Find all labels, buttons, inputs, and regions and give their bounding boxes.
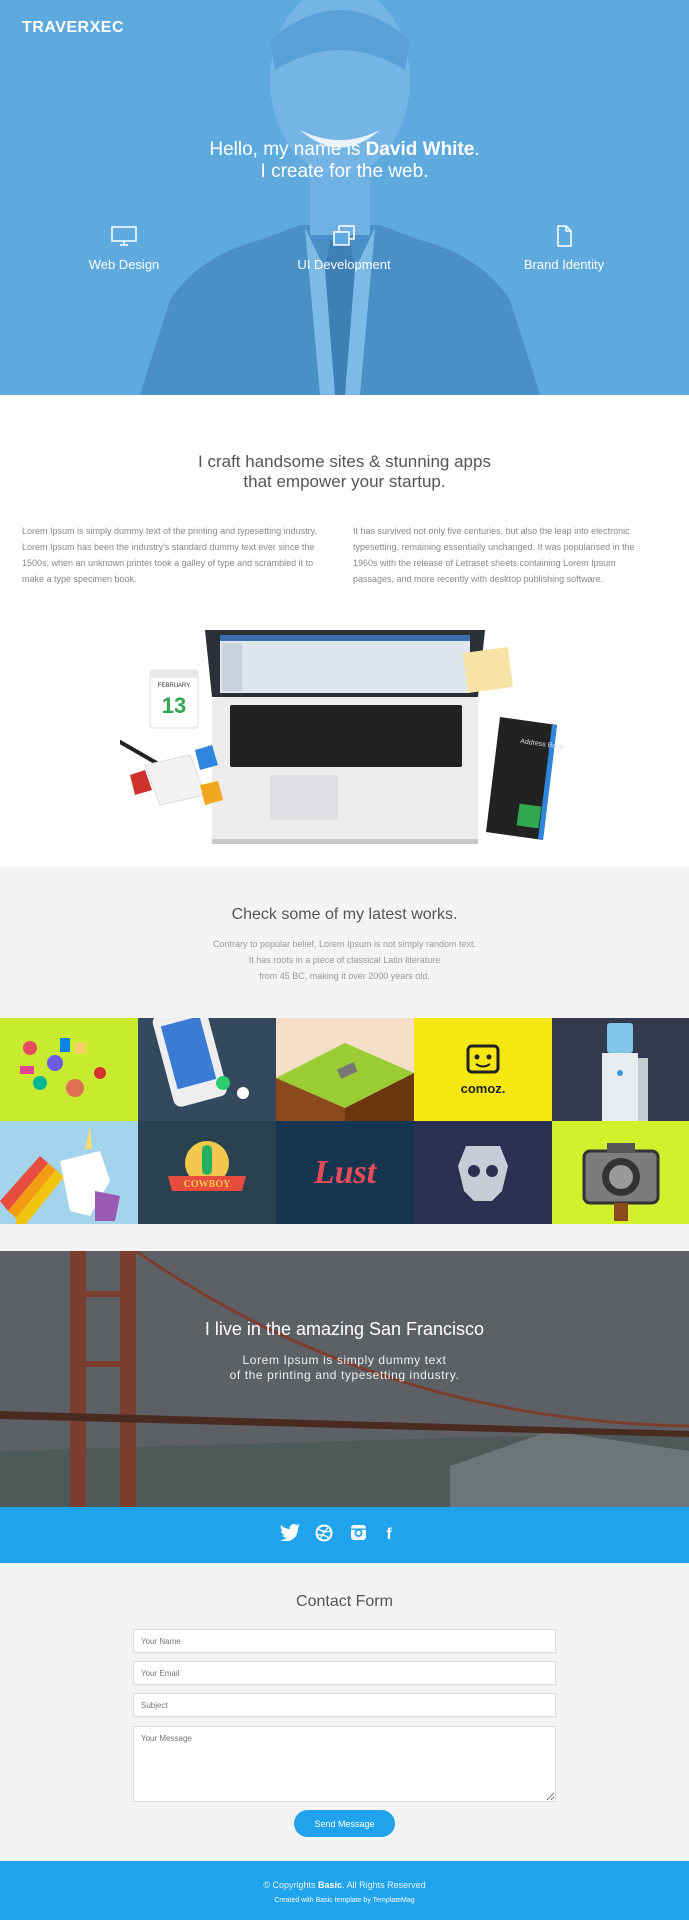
- service-web-design: Web Design: [14, 225, 234, 272]
- portfolio-tile-lust[interactable]: Lust: [276, 1121, 414, 1224]
- twitter-icon[interactable]: [279, 1524, 301, 1546]
- portfolio-tile-isometric-hill[interactable]: [276, 1018, 414, 1121]
- comoz-image: comoz.: [461, 1044, 506, 1096]
- calendar-month: FEBRUARY: [158, 683, 191, 689]
- greeting-suffix: .: [474, 139, 480, 160]
- facebook-icon[interactable]: f: [378, 1524, 400, 1546]
- copyright-brand: Basic: [318, 1880, 343, 1890]
- works-heading: Check some of my latest works.: [231, 906, 458, 923]
- lust-image: Lust: [313, 1154, 378, 1191]
- brand-logo[interactable]: TRAVERXEC: [22, 19, 124, 37]
- works-section: Check some of my latest works. Contrary …: [0, 867, 689, 1017]
- subject-field[interactable]: [133, 1693, 556, 1717]
- greeting-prefix: Hello, my name is: [209, 139, 366, 160]
- camera-image: [582, 1143, 660, 1221]
- address-book: Address Book: [486, 717, 564, 840]
- portfolio-tile-camera[interactable]: [552, 1121, 689, 1224]
- cowboy-culture-image: COWBOY: [168, 1141, 246, 1191]
- about-heading: I craft handsome sites & stunning apps t…: [0, 452, 689, 492]
- portfolio-tile-sweets[interactable]: [0, 1018, 138, 1121]
- footer: © Copyrights Basic. All Rights Reserved …: [0, 1861, 689, 1920]
- contact-section: Contact Form Send Message: [0, 1563, 689, 1861]
- works-description: Contrary to popular belief, Lorem Ipsum …: [0, 936, 689, 984]
- about-heading-line1: I craft handsome sites & stunning apps: [198, 452, 491, 471]
- calendar: FEBRUARY 13: [149, 669, 199, 729]
- phone-apps-image: [152, 1018, 249, 1107]
- comoz-text: comoz.: [461, 1081, 506, 1096]
- lust-text: Lust: [313, 1154, 378, 1191]
- name-field[interactable]: [133, 1629, 556, 1653]
- windows-icon: [333, 225, 355, 246]
- cowboy-text: COWBOY: [184, 1179, 231, 1190]
- works-desc-line2: It has roots in a piece of classical Lat…: [248, 955, 441, 965]
- portfolio-tile-phone-apps[interactable]: [138, 1018, 276, 1121]
- unicorn-image: [0, 1126, 120, 1224]
- instagram-icon[interactable]: [347, 1524, 369, 1546]
- sweets-image: [20, 1038, 106, 1097]
- isometric-hill-image: [276, 1043, 414, 1121]
- service-ui-development: UI Development: [234, 225, 454, 272]
- city-heading: I live in the amazing San Francisco: [204, 1319, 485, 1339]
- city-section: I live in the amazing San Francisco Lore…: [0, 1251, 689, 1507]
- portfolio-tile-skull[interactable]: [414, 1121, 552, 1224]
- city-subtitle-line1: Lorem Ipsum is simply dummy text: [242, 1353, 447, 1367]
- copyright-text: © Copyrights Basic. All Rights Reserved: [0, 1880, 689, 1890]
- water-cooler-image: [602, 1023, 648, 1121]
- portfolio-tile-unicorn[interactable]: [0, 1121, 138, 1224]
- service-label: Brand Identity: [523, 257, 605, 272]
- city-subtitle: Lorem Ipsum is simply dummy text of the …: [0, 1353, 689, 1383]
- contact-heading: Contact Form: [296, 1593, 393, 1610]
- social-bar: f: [0, 1507, 689, 1563]
- about-heading-line2: that empower your startup.: [243, 472, 446, 491]
- hero-tagline: I create for the web.: [260, 161, 429, 182]
- works-desc-line3: from 45 BC, making it over 2000 years ol…: [259, 971, 430, 981]
- service-label: Web Design: [88, 257, 160, 272]
- portfolio-grid: comoz. COWBOY Lust: [0, 1018, 689, 1224]
- monitor-icon: [111, 226, 137, 246]
- calendar-day: 13: [162, 693, 186, 718]
- hero-section: TRAVERXEC Hello, my name is David White.…: [0, 0, 689, 395]
- greeting-name: David White: [365, 139, 475, 160]
- service-brand-identity: Brand Identity: [454, 225, 674, 272]
- about-text-left: Lorem Ipsum is simply dummy text of the …: [22, 526, 317, 584]
- about-text-right: It has survived not only five centuries,…: [353, 526, 635, 584]
- service-label: UI Development: [297, 257, 391, 272]
- message-field[interactable]: [133, 1726, 556, 1802]
- city-subtitle-line2: of the printing and typesetting industry…: [229, 1368, 460, 1382]
- copyright-suffix: . All Rights Reserved: [342, 1880, 426, 1890]
- works-desc-line1: Contrary to popular belief, Lorem Ipsum …: [212, 939, 477, 949]
- credit-text: Created with Basic template by TemplateM…: [274, 1897, 415, 1904]
- copyright-prefix: © Copyrights: [263, 1880, 319, 1890]
- email-field[interactable]: [133, 1661, 556, 1685]
- portfolio-tile-water-cooler[interactable]: [552, 1018, 689, 1121]
- portfolio-tile-comoz[interactable]: comoz.: [414, 1018, 552, 1121]
- send-message-button[interactable]: Send Message: [294, 1810, 395, 1837]
- dribbble-icon[interactable]: [313, 1524, 335, 1546]
- workspace-illustration: FEBRUARY 13 Address Book: [120, 630, 564, 844]
- portrait-image: [140, 0, 540, 395]
- hero-greeting: Hello, my name is David White. I create …: [0, 139, 689, 183]
- skull-image: [458, 1146, 508, 1201]
- portfolio-tile-cowboy-culture[interactable]: COWBOY: [138, 1121, 276, 1224]
- about-section: I craft handsome sites & stunning apps t…: [0, 395, 689, 867]
- document-icon: [557, 225, 572, 247]
